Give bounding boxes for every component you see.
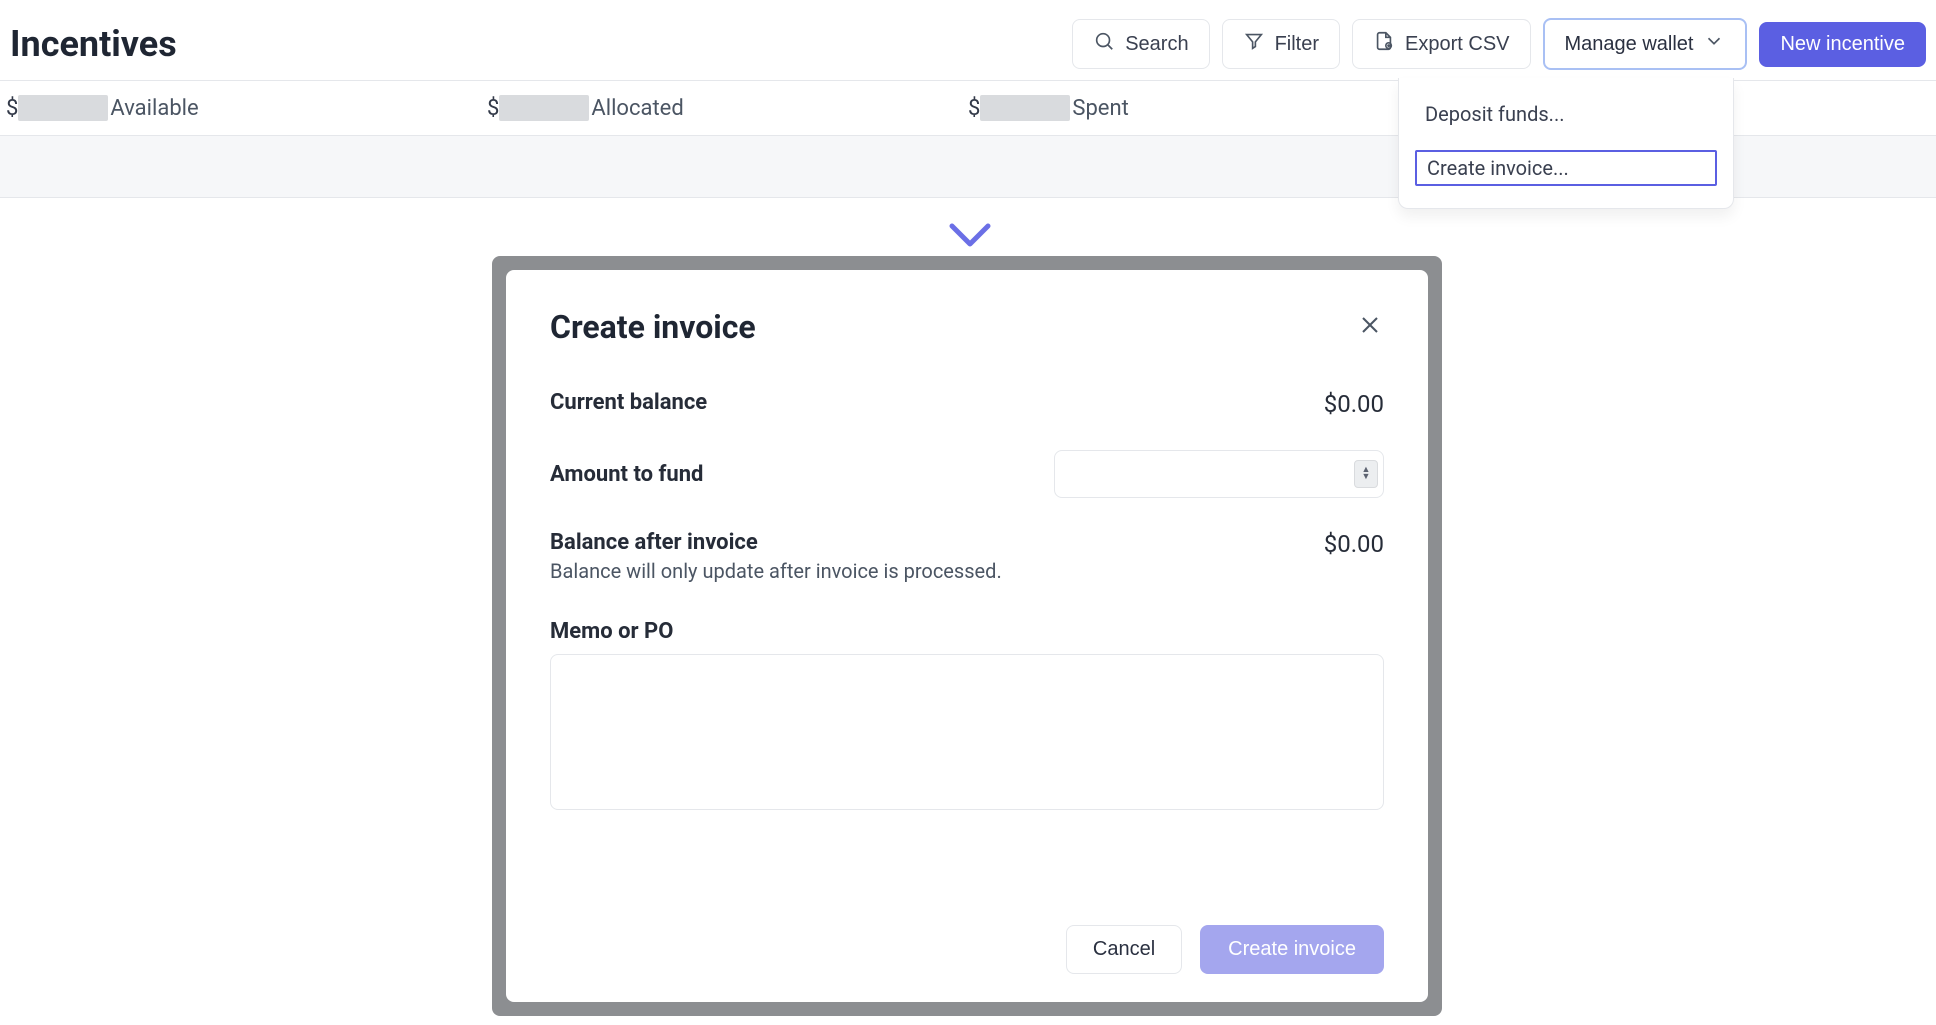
deposit-funds-option[interactable]: Deposit funds... xyxy=(1415,98,1717,130)
chevron-down-icon xyxy=(1703,30,1725,58)
balance-after-sublabel: Balance will only update after invoice i… xyxy=(550,559,1002,583)
balance-after-value: $0.00 xyxy=(1324,530,1384,558)
page-title: Incentives xyxy=(10,23,177,65)
memo-textarea[interactable] xyxy=(550,654,1384,810)
new-incentive-button[interactable]: New incentive xyxy=(1759,22,1926,67)
new-incentive-label: New incentive xyxy=(1780,33,1905,56)
spent-label: Spent xyxy=(1072,96,1128,121)
current-balance-label: Current balance xyxy=(550,390,707,415)
available-amount-redacted xyxy=(18,95,108,121)
filter-button[interactable]: Filter xyxy=(1222,19,1340,69)
search-icon xyxy=(1093,30,1115,58)
export-csv-button[interactable]: Export CSV xyxy=(1352,19,1530,69)
create-invoice-button[interactable]: Create invoice xyxy=(1200,925,1384,974)
create-invoice-option[interactable]: Create invoice... xyxy=(1415,150,1717,186)
manage-wallet-button[interactable]: Manage wallet xyxy=(1543,18,1748,70)
export-icon xyxy=(1373,30,1395,58)
balance-after-label: Balance after invoice xyxy=(550,530,1002,555)
filter-icon xyxy=(1243,30,1265,58)
filter-label: Filter xyxy=(1275,33,1319,56)
modal-title: Create invoice xyxy=(550,308,756,346)
manage-wallet-dropdown: Deposit funds... Create invoice... xyxy=(1398,78,1734,209)
current-balance-value: $0.00 xyxy=(1324,390,1384,418)
search-label: Search xyxy=(1125,33,1188,56)
amount-stepper[interactable]: ▲ ▼ xyxy=(1354,460,1378,488)
export-label: Export CSV xyxy=(1405,33,1509,56)
spent-cell: $ Spent xyxy=(968,95,1449,121)
create-invoice-modal-frame: Create invoice Current balance $0.00 Amo… xyxy=(492,256,1442,1016)
close-button[interactable] xyxy=(1356,313,1384,341)
memo-label: Memo or PO xyxy=(550,619,1384,644)
amount-to-fund-label: Amount to fund xyxy=(550,462,703,487)
allocated-label: Allocated xyxy=(591,96,683,121)
flow-indicator-chevron-icon xyxy=(946,220,994,252)
currency-symbol: $ xyxy=(487,96,499,121)
available-cell: $ Available xyxy=(6,95,487,121)
currency-symbol: $ xyxy=(968,96,980,121)
currency-symbol: $ xyxy=(6,96,18,121)
amount-to-fund-input[interactable] xyxy=(1054,450,1384,498)
allocated-amount-redacted xyxy=(499,95,589,121)
allocated-cell: $ Allocated xyxy=(487,95,968,121)
spent-amount-redacted xyxy=(980,95,1070,121)
stepper-down-icon: ▼ xyxy=(1362,474,1371,481)
create-invoice-modal: Create invoice Current balance $0.00 Amo… xyxy=(506,270,1428,1002)
search-button[interactable]: Search xyxy=(1072,19,1209,69)
toolbar: Search Filter Export CSV Manage wallet N… xyxy=(1072,18,1926,70)
cancel-button[interactable]: Cancel xyxy=(1066,925,1182,974)
close-icon xyxy=(1358,313,1382,341)
manage-wallet-label: Manage wallet xyxy=(1565,33,1694,56)
available-label: Available xyxy=(110,96,198,121)
